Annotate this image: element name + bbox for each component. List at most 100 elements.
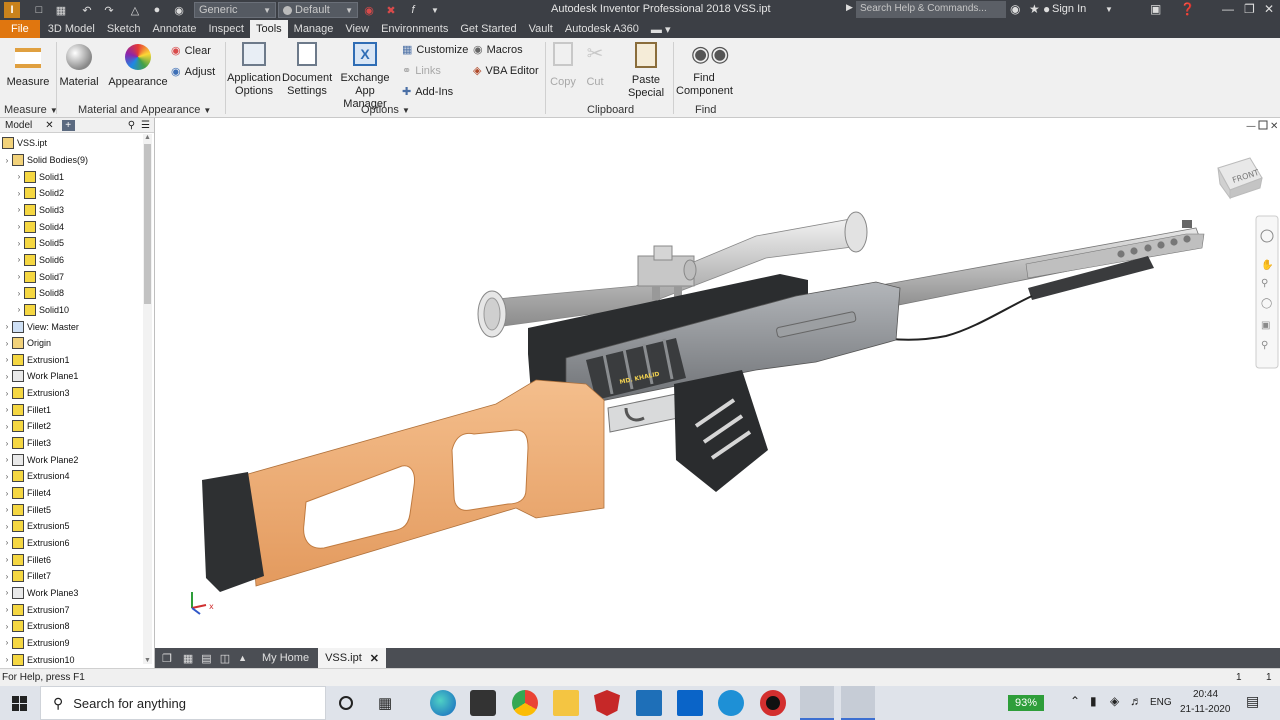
browser-item[interactable]: › Work Plane3 <box>2 585 78 601</box>
browser-item[interactable]: › Extrusion7 <box>2 602 70 618</box>
volume-icon[interactable]: ♬ <box>1130 694 1142 708</box>
viewcube[interactable]: FRONT <box>1217 157 1263 200</box>
redo-icon[interactable]: ↷ <box>100 2 118 18</box>
wifi-icon[interactable]: ◈ <box>1110 694 1119 708</box>
browser-item[interactable]: › Extrusion6 <box>2 535 70 551</box>
application-options-button[interactable]: Application Options <box>226 42 282 98</box>
expand-chevron-icon[interactable]: › <box>14 239 24 248</box>
close-icon[interactable]: ✕ <box>1264 2 1274 16</box>
expand-chevron-icon[interactable]: › <box>2 405 12 414</box>
expand-chevron-icon[interactable]: › <box>2 638 12 647</box>
material-dropdown[interactable]: Default ▼ <box>278 2 358 18</box>
browser-item[interactable]: › Fillet7 <box>2 568 51 584</box>
mcafee-icon[interactable] <box>594 690 620 716</box>
expand-chevron-icon[interactable]: › <box>2 655 12 664</box>
measure-button[interactable]: Measure <box>6 44 50 89</box>
arrange-vertical-icon[interactable]: ◫ <box>216 648 234 668</box>
document-settings-button[interactable]: Document Settings <box>282 42 332 98</box>
cascade-view-icon[interactable]: ▦ <box>179 648 197 668</box>
tab-file[interactable]: File <box>0 20 40 38</box>
paint-icon[interactable] <box>841 686 875 720</box>
save-icon[interactable]: ▦ <box>52 2 70 18</box>
minimize-icon[interactable]: — <box>1222 2 1234 16</box>
browser-item[interactable]: › Solid3 <box>14 202 64 218</box>
paste-special-button[interactable]: Paste Special <box>626 42 666 100</box>
battery-icon[interactable]: ▮ <box>1090 694 1097 708</box>
clock-time[interactable]: 20:44 <box>1193 689 1218 700</box>
viewport-window-controls[interactable]: — ✕ <box>1246 120 1278 132</box>
adjust-appearance-button[interactable]: ◉ Adjust <box>171 65 215 79</box>
scroll-up-icon[interactable]: ▲ <box>143 134 152 141</box>
expand-chevron-icon[interactable]: › <box>14 255 24 264</box>
cart-icon[interactable]: ▣ <box>1150 2 1161 16</box>
notifications-icon[interactable]: ▤ <box>1246 693 1259 710</box>
star-icon[interactable]: ★ <box>1029 2 1040 16</box>
expand-chevron-icon[interactable]: › <box>2 605 12 614</box>
user-icon[interactable]: ● <box>1043 2 1050 16</box>
add-ins-button[interactable]: ✚ Add-Ins <box>402 85 453 99</box>
browser-item[interactable]: › Fillet5 <box>2 502 51 518</box>
browser-item[interactable]: › Solid5 <box>14 235 64 251</box>
expand-chevron-icon[interactable]: › <box>2 156 12 165</box>
file-explorer-icon[interactable] <box>553 690 579 716</box>
tile-view-icon[interactable]: ❐ <box>155 648 179 668</box>
browser-item[interactable]: › Solid4 <box>14 219 64 235</box>
tab-inspect[interactable]: Inspect <box>203 20 250 38</box>
edge-icon[interactable] <box>430 690 456 716</box>
photos-icon[interactable] <box>636 690 662 716</box>
undo-icon[interactable]: ↶ <box>78 2 96 18</box>
browser-item[interactable]: › Extrusion9 <box>2 635 70 651</box>
clear-appearance-button[interactable]: ◉ Clear <box>171 44 211 58</box>
expand-chevron-icon[interactable]: › <box>2 538 12 547</box>
model-canvas[interactable]: — ✕ FRONT ✋ ⚲ ◯ ▣ ⚲ MD. KHALID x <box>156 118 1280 648</box>
browser-item[interactable]: › Origin <box>2 335 51 351</box>
expand-chevron-icon[interactable]: › <box>2 472 12 481</box>
browser-item[interactable]: › Fillet3 <box>2 435 51 451</box>
find-component-button[interactable]: ◉◉ Find Component <box>676 42 733 98</box>
help-icon[interactable]: ❓ <box>1180 2 1195 16</box>
customize-button[interactable]: ▦ Customize <box>402 43 468 57</box>
macros-button[interactable]: ◉ Macros <box>473 43 523 57</box>
browser-item[interactable]: › Extrusion1 <box>2 352 70 368</box>
tab-view[interactable]: View <box>339 20 375 38</box>
customize-qat-icon[interactable]: ▼ <box>426 2 444 18</box>
doc-tabs-menu-icon[interactable]: ▲ <box>234 648 251 668</box>
viewport-restore-icon[interactable] <box>1258 120 1268 130</box>
sign-in-chevron-icon[interactable]: ▼ <box>1105 5 1113 14</box>
expand-chevron-icon[interactable]: › <box>14 305 24 314</box>
expand-chevron-icon[interactable]: › <box>2 422 12 431</box>
browser-item[interactable]: › Extrusion3 <box>2 385 70 401</box>
recorder-icon[interactable] <box>760 690 786 716</box>
browser-item[interactable]: › Fillet2 <box>2 418 51 434</box>
browser-item[interactable]: › View: Master <box>2 319 79 335</box>
zoom-window-icon[interactable]: ⚲ <box>1261 340 1268 351</box>
browser-search-icon[interactable]: ⚲ <box>128 120 135 131</box>
browser-scroll-thumb[interactable] <box>144 144 151 304</box>
browser-item[interactable]: › Extrusion5 <box>2 518 70 534</box>
browser-item[interactable]: › Work Plane2 <box>2 452 78 468</box>
doc-tab-close-icon[interactable]: ✕ <box>370 652 379 665</box>
clock-date[interactable]: 21-11-2020 <box>1180 704 1230 715</box>
arrange-horizontal-icon[interactable]: ▤ <box>197 648 215 668</box>
inventor-logo-icon[interactable]: I <box>4 2 20 18</box>
tab-vault[interactable]: Vault <box>523 20 559 38</box>
tab-environments[interactable]: Environments <box>375 20 454 38</box>
expand-chevron-icon[interactable]: › <box>2 572 12 581</box>
material-button[interactable]: Material <box>58 44 100 89</box>
ribbon-display-options-icon[interactable]: ▬ ▾ <box>645 20 677 38</box>
browser-item[interactable]: › Fillet1 <box>2 402 51 418</box>
browser-tab-close-icon[interactable]: ✕ <box>45 120 53 131</box>
expand-chevron-icon[interactable]: › <box>2 588 12 597</box>
viewport-close-icon[interactable]: ✕ <box>1270 121 1278 132</box>
cut-button[interactable]: ✂ Cut <box>580 42 610 89</box>
expand-chevron-icon[interactable]: › <box>2 355 12 364</box>
tab-manage[interactable]: Manage <box>288 20 340 38</box>
docker-icon[interactable] <box>718 690 744 716</box>
browser-item[interactable]: › Fillet4 <box>2 485 51 501</box>
links-button[interactable]: ⚭ Links <box>402 64 441 78</box>
binoculars-icon[interactable]: ◉ <box>1010 2 1020 16</box>
cortana-icon[interactable] <box>339 696 353 710</box>
viewport-minimize-icon[interactable]: — <box>1246 121 1256 132</box>
clear-override-icon[interactable]: ✖ <box>382 2 400 18</box>
tab-annotate[interactable]: Annotate <box>146 20 202 38</box>
